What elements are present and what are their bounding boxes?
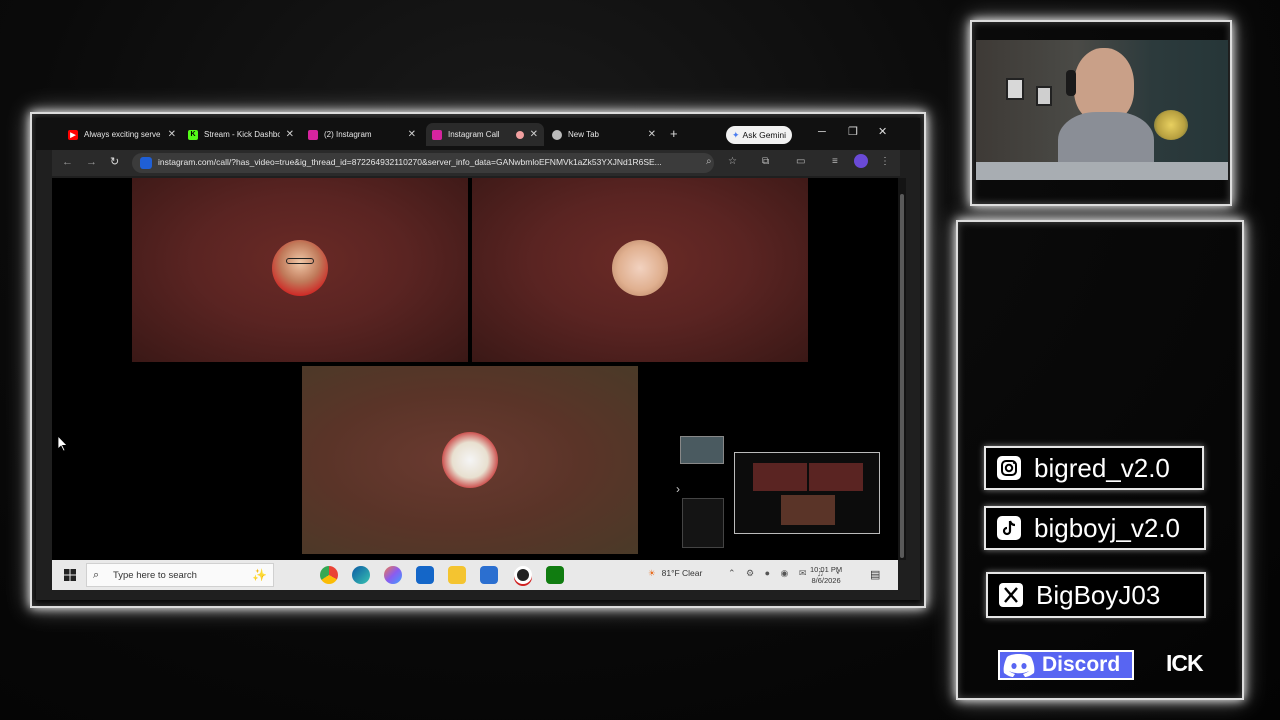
instagram-icon — [432, 129, 442, 140]
stream-overlay: ▶ Always exciting serve ✕ K Stream - Kic… — [0, 0, 1280, 720]
windows-taskbar: ⌕ Type here to search ✨ ☀ 81°F Clear ⌃ ⚙ … — [52, 560, 898, 590]
instagram-icon — [308, 129, 318, 140]
discord-badge: Discord — [998, 650, 1134, 680]
tiktok-handle-card: bigboyj_v2.0 — [984, 506, 1206, 550]
stream-preview-thumbnail — [734, 452, 880, 534]
sparkle-icon: ✨ — [252, 568, 267, 582]
instagram-call-page: › — [52, 178, 898, 560]
url-text[interactable]: instagram.com/call/?has_video=true&ig_th… — [158, 157, 706, 167]
x-icon — [998, 582, 1024, 608]
preview-tile — [753, 463, 807, 491]
bookmark-star-icon[interactable]: ☆ — [728, 156, 737, 168]
weather-widget[interactable]: ☀ 81°F Clear — [648, 568, 702, 579]
zoom-icon[interactable]: ⌕ — [706, 156, 712, 168]
tab-youtube[interactable]: ▶ Always exciting serve ✕ — [62, 123, 182, 146]
desk-surface — [976, 162, 1228, 180]
browser-window: ▶ Always exciting serve ✕ K Stream - Kic… — [36, 118, 920, 600]
mouse-cursor-icon — [58, 436, 68, 452]
chrome-icon — [552, 129, 562, 140]
preview-tile — [809, 463, 863, 491]
page-scrollbar[interactable] — [898, 178, 906, 560]
picture-frame — [1006, 78, 1024, 100]
edge-app-icon[interactable] — [352, 566, 370, 584]
xbox-app-icon[interactable] — [546, 566, 564, 584]
flower-vase — [1154, 110, 1188, 140]
extensions-icon[interactable]: ⧉ — [762, 156, 769, 168]
participant-tile-3[interactable] — [302, 366, 638, 554]
picture-frame — [1036, 86, 1052, 106]
taskbar-search-input[interactable]: ⌕ Type here to search ✨ — [86, 563, 274, 587]
participant-tile-1[interactable] — [132, 178, 468, 362]
address-bar[interactable]: instagram.com/call/?has_video=true&ig_th… — [132, 153, 714, 173]
back-icon[interactable]: ← — [62, 156, 73, 168]
tab-instagram[interactable]: (2) Instagram ✕ — [302, 123, 422, 146]
file-explorer-icon[interactable] — [448, 566, 466, 584]
webcam-feed — [976, 40, 1228, 180]
tab-bar: ▶ Always exciting serve ✕ K Stream - Kic… — [36, 118, 920, 150]
youtube-icon: ▶ — [68, 129, 78, 140]
copilot-app-icon[interactable] — [384, 566, 402, 584]
participant-tile-2[interactable] — [472, 178, 808, 362]
ask-gemini-button[interactable]: ✦ Ask Gemini — [726, 126, 793, 144]
participant-avatar — [272, 240, 328, 296]
chrome-app-icon[interactable] — [320, 566, 338, 584]
new-tab-button[interactable]: + — [670, 127, 678, 141]
close-window-icon[interactable]: ✕ — [878, 126, 887, 138]
search-icon: ⌕ — [93, 569, 100, 581]
close-icon[interactable]: ✕ — [408, 129, 416, 140]
forward-icon[interactable]: → — [86, 156, 97, 168]
discord-icon — [1003, 654, 1035, 677]
site-info-icon[interactable] — [140, 157, 152, 169]
store-app-icon[interactable] — [480, 566, 498, 584]
instagram-handle-card: bigred_v2.0 — [984, 446, 1204, 490]
face-glasses-icon — [286, 258, 314, 264]
taskbar-clock[interactable]: 10:01 PM 8/6/2026 — [810, 564, 842, 586]
sidebar-icon[interactable]: ▭ — [796, 156, 805, 168]
close-icon[interactable]: ✕ — [168, 129, 176, 140]
obs-app-icon[interactable] — [514, 566, 532, 584]
menu-icon[interactable]: ⋮ — [880, 156, 890, 168]
tiktok-icon — [996, 515, 1022, 541]
restore-icon[interactable]: ❐ — [848, 126, 858, 138]
sparkle-icon: ✦ — [732, 129, 740, 140]
media-controls-icon[interactable]: ≡ — [832, 156, 838, 168]
reload-icon[interactable]: ↻ — [110, 156, 119, 168]
participant-avatar — [442, 432, 498, 488]
person-streamer — [1058, 48, 1154, 180]
instagram-icon — [996, 455, 1022, 481]
close-icon[interactable]: ✕ — [530, 129, 538, 140]
self-view-thumbnail[interactable] — [680, 436, 724, 464]
tab-kick-dashboard[interactable]: K Stream - Kick Dashbo ✕ — [182, 123, 300, 146]
kick-icon: K — [188, 129, 198, 140]
x-handle-card: BigBoyJ03 — [986, 572, 1206, 618]
outlook-app-icon[interactable] — [416, 566, 434, 584]
minimize-icon[interactable]: ─ — [818, 126, 826, 138]
address-bar-row: ← → ↻ instagram.com/call/?has_video=true… — [52, 150, 900, 176]
tab-instagram-call[interactable]: Instagram Call ✕ — [426, 123, 544, 146]
mini-panel — [682, 498, 724, 548]
recording-icon — [515, 130, 524, 139]
windows-start-icon[interactable] — [64, 569, 76, 581]
scrollbar-thumb[interactable] — [900, 194, 904, 558]
notifications-icon[interactable]: ▤ — [870, 568, 880, 581]
close-icon[interactable]: ✕ — [286, 129, 294, 140]
participant-avatar — [612, 240, 668, 296]
profile-icon[interactable] — [854, 154, 868, 168]
kick-label: ICK — [1166, 650, 1204, 676]
tab-new-tab[interactable]: New Tab ✕ — [546, 123, 662, 146]
weather-icon: ☀ — [648, 568, 656, 578]
collapse-chevron-icon[interactable]: › — [676, 482, 680, 496]
preview-tile — [781, 495, 835, 525]
close-icon[interactable]: ✕ — [648, 129, 656, 140]
